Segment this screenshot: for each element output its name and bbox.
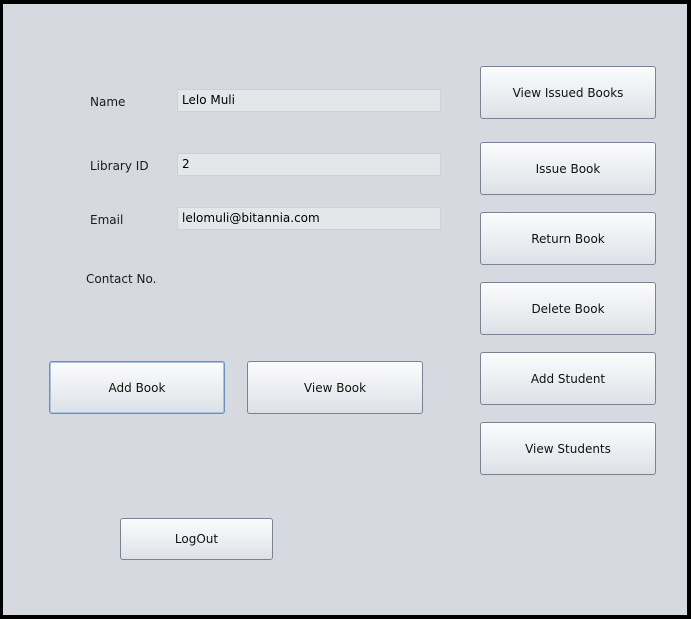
- issue-book-button[interactable]: Issue Book: [480, 142, 656, 195]
- view-students-button[interactable]: View Students: [480, 422, 656, 475]
- return-book-button[interactable]: Return Book: [480, 212, 656, 265]
- library-id-label: Library ID: [90, 159, 149, 173]
- name-field[interactable]: Lelo Muli: [177, 89, 441, 112]
- view-issued-books-button[interactable]: View Issued Books: [480, 66, 656, 119]
- logout-button[interactable]: LogOut: [120, 518, 273, 560]
- email-label: Email: [90, 213, 124, 227]
- name-label: Name: [90, 95, 126, 109]
- library-id-field[interactable]: 2: [177, 153, 441, 176]
- add-book-button[interactable]: Add Book: [49, 361, 225, 414]
- contact-label: Contact No.: [86, 272, 157, 286]
- add-student-button[interactable]: Add Student: [480, 352, 656, 405]
- view-book-button[interactable]: View Book: [247, 361, 423, 414]
- delete-book-button[interactable]: Delete Book: [480, 282, 656, 335]
- main-window: Name Lelo Muli Library ID 2 Email lelomu…: [3, 4, 687, 615]
- email-field[interactable]: lelomuli@bitannia.com: [177, 207, 441, 230]
